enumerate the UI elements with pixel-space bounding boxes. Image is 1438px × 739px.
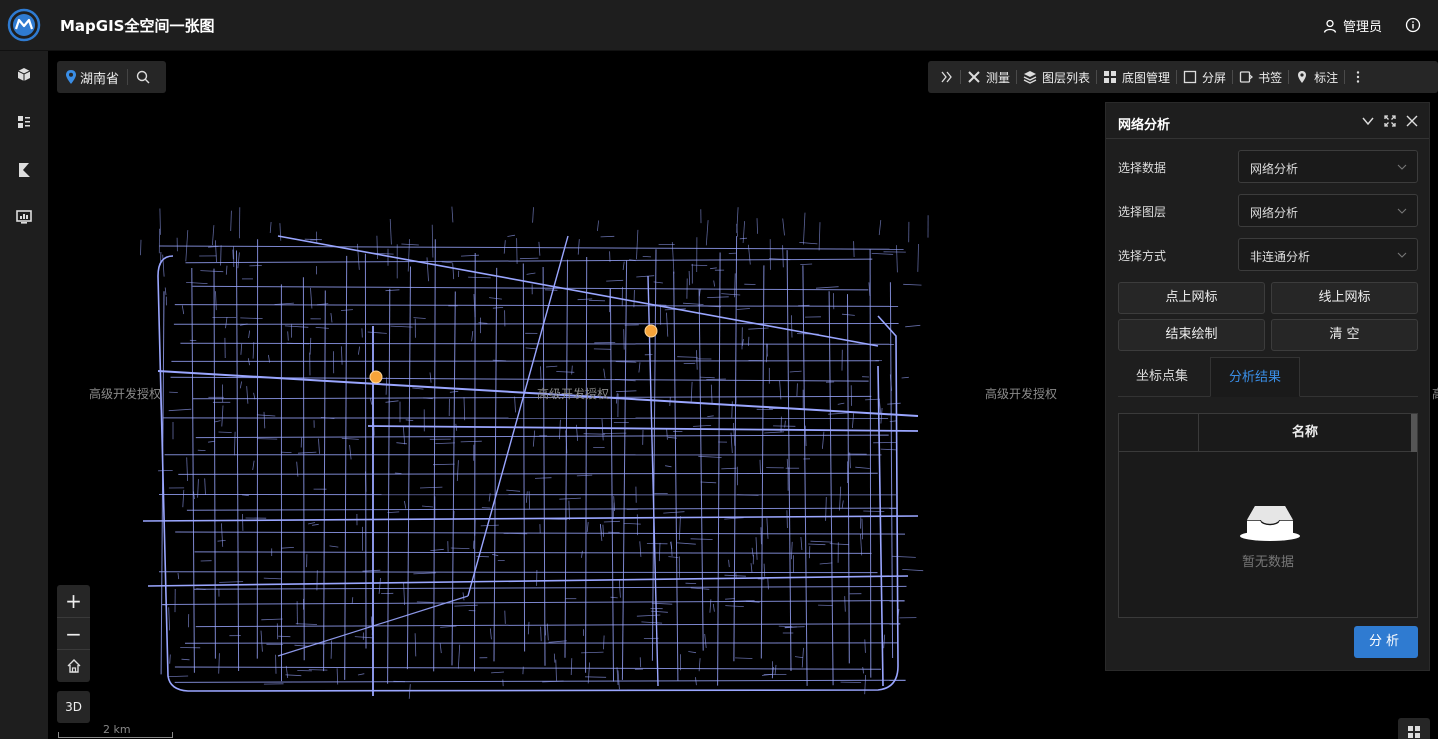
result-table: 名称 暂无数据 — [1118, 413, 1418, 618]
location-pin-icon — [66, 70, 76, 84]
tool-basemap[interactable]: 底图管理 — [1097, 61, 1176, 93]
chevron-down-icon — [1397, 164, 1407, 170]
tool-measure[interactable]: 测量 — [961, 61, 1016, 93]
table-scrollbar[interactable] — [1411, 414, 1417, 452]
zoom-out-button[interactable]: − — [57, 617, 90, 649]
zoom-controls: + − — [57, 585, 90, 682]
watermark-text: 高级开发授权 — [89, 387, 162, 401]
expand-toolbar-button[interactable] — [934, 61, 960, 93]
user-name: 管理员 — [1342, 20, 1382, 35]
location-search[interactable]: 湖南省 — [57, 61, 166, 93]
tab-analysis-result[interactable]: 分析结果 — [1210, 357, 1300, 397]
info-icon[interactable] — [1405, 17, 1421, 33]
header-bar: MapGIS全空间一张图 管理员 — [0, 0, 1438, 51]
app-title: MapGIS全空间一张图 — [60, 17, 215, 35]
collapse-chevron-icon[interactable] — [1361, 114, 1375, 128]
app-root: MapGIS全空间一张图 管理员 高级开发授权 高级开发授权 高级开发授权 湖南… — [0, 0, 1438, 739]
search-icon[interactable] — [136, 70, 150, 84]
left-sidebar — [0, 51, 48, 739]
mapgis-logo-icon — [7, 8, 41, 42]
table-header: 名称 — [1119, 414, 1417, 452]
layers-icon — [1023, 71, 1037, 84]
point-node-button[interactable]: 点上网标 — [1118, 282, 1265, 314]
list-icon[interactable] — [14, 112, 34, 132]
zoom-in-button[interactable]: + — [57, 585, 90, 617]
watermark-text: 高级开发授权 — [537, 387, 610, 401]
grid-icon — [1408, 726, 1420, 738]
select-data-row: 选择数据 网络分析 — [1118, 150, 1418, 183]
panel-tabs: 坐标点集 分析结果 — [1118, 357, 1418, 397]
scale-bar: 2 km — [58, 723, 173, 739]
tool-layer-list[interactable]: 图层列表 — [1017, 61, 1096, 93]
line-node-button[interactable]: 线上网标 — [1271, 282, 1418, 314]
table-header-cell — [1119, 414, 1199, 452]
toolbar-more-button[interactable] — [1345, 61, 1371, 93]
map-toolbar: 测量 图层列表 底图管理 分屏 书签 标注 — [928, 61, 1438, 93]
tool-label: 图层列表 — [1042, 70, 1091, 85]
map-grid-button[interactable] — [1398, 718, 1430, 739]
pin-icon — [1298, 71, 1307, 83]
select-data-label: 选择数据 — [1118, 161, 1167, 175]
user-menu[interactable]: 管理员 — [1323, 16, 1382, 35]
close-icon[interactable] — [1405, 114, 1419, 128]
watermark-text: 高 — [1432, 385, 1438, 402]
fullscreen-icon[interactable] — [1383, 114, 1397, 128]
select-method-dropdown[interactable]: 非连通分析 — [1238, 238, 1418, 271]
tool-split-screen[interactable]: 分屏 — [1177, 61, 1232, 93]
select-value: 网络分析 — [1250, 206, 1299, 220]
watermark-text: 高级开发授权 — [985, 387, 1058, 401]
scale-line — [58, 732, 173, 738]
tool-label: 测量 — [986, 70, 1011, 85]
network-point-marker[interactable] — [644, 324, 658, 338]
chevron-down-icon — [1397, 208, 1407, 214]
monitor-icon[interactable] — [14, 207, 34, 227]
select-layer-row: 选择图层 网络分析 — [1118, 194, 1418, 227]
grid-icon — [1104, 71, 1117, 83]
ruler-icon — [968, 71, 980, 83]
network-point-marker[interactable] — [369, 370, 383, 384]
cube-icon[interactable] — [14, 65, 34, 85]
network-analysis-panel: 网络分析 选择数据 网络分析 选择图层 网络分析 选择方式 非连通分析 点上网标… — [1105, 102, 1430, 671]
more-vertical-icon — [1356, 71, 1360, 83]
bookmark-icon — [1239, 71, 1254, 83]
double-chevron-right-icon — [941, 71, 952, 83]
tool-annotate[interactable]: 标注 — [1289, 61, 1344, 93]
toggle-3d-button[interactable]: 3D — [57, 691, 90, 723]
user-icon — [1323, 19, 1337, 33]
select-value: 非连通分析 — [1250, 250, 1311, 264]
tool-label: 书签 — [1258, 70, 1283, 85]
select-method-row: 选择方式 非连通分析 — [1118, 238, 1418, 271]
tab-coordinate-points[interactable]: 坐标点集 — [1118, 357, 1206, 397]
finish-drawing-button[interactable]: 结束绘制 — [1118, 319, 1265, 351]
home-icon — [67, 659, 80, 673]
select-layer-label: 选择图层 — [1118, 205, 1167, 219]
analyze-button[interactable]: 分析 — [1354, 626, 1418, 658]
empty-inbox-icon — [1240, 506, 1300, 541]
tool-label: 分屏 — [1202, 70, 1227, 85]
panel-title: 网络分析 — [1118, 118, 1171, 133]
select-method-label: 选择方式 — [1118, 249, 1167, 263]
table-header-name: 名称 — [1291, 425, 1318, 440]
split-icon — [1183, 70, 1197, 84]
tool-label: 标注 — [1314, 70, 1339, 85]
tool-bookmark[interactable]: 书签 — [1233, 61, 1288, 93]
tool-label: 底图管理 — [1122, 70, 1171, 85]
empty-text: 暂无数据 — [1241, 555, 1294, 570]
chart-k-icon[interactable] — [14, 160, 34, 180]
location-name: 湖南省 — [80, 71, 120, 87]
select-value: 网络分析 — [1250, 162, 1299, 176]
chevron-down-icon — [1397, 252, 1407, 258]
select-layer-dropdown[interactable]: 网络分析 — [1238, 194, 1418, 227]
panel-header: 网络分析 — [1106, 103, 1429, 139]
home-button[interactable] — [57, 649, 90, 681]
clear-button[interactable]: 清 空 — [1271, 319, 1418, 351]
select-data-dropdown[interactable]: 网络分析 — [1238, 150, 1418, 183]
